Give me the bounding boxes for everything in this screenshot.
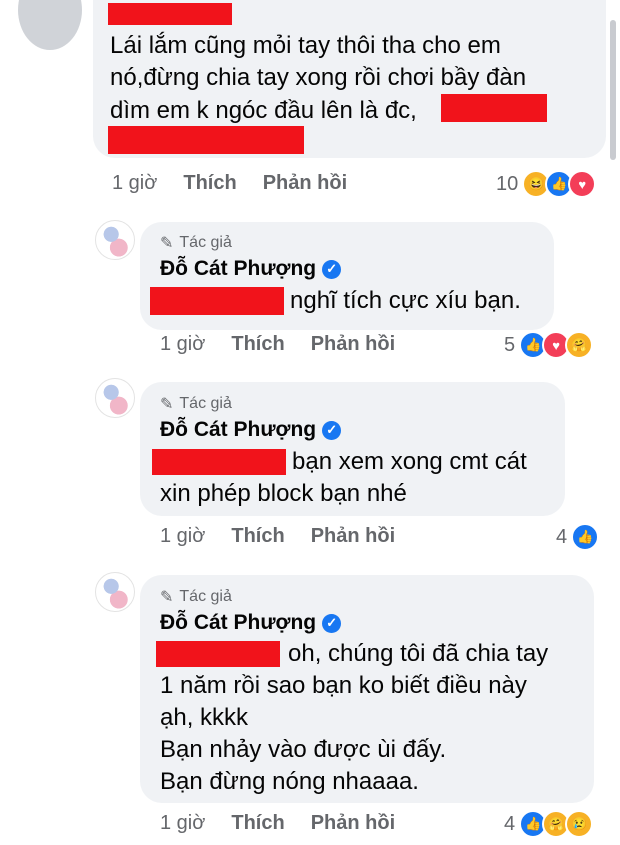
author-name[interactable]: Đỗ Cát Phượng [160, 611, 316, 635]
author-name-row: Đỗ Cát Phượng ✓ [160, 418, 342, 442]
author-name[interactable]: Đỗ Cát Phượng [160, 257, 316, 281]
author-avatar[interactable] [95, 572, 135, 612]
like-button[interactable]: Thích [231, 333, 284, 356]
reply-actions: 1 giờ Thích Phản hồi [160, 333, 395, 356]
reply-time[interactable]: 1 giờ [160, 333, 205, 356]
author-badge-label: Tác giả [179, 395, 232, 412]
reaction-count: 5 [504, 333, 516, 356]
pencil-icon: ✎ [160, 235, 174, 252]
redacted-mention [152, 449, 286, 475]
like-button[interactable]: Thích [231, 525, 284, 548]
reply-button[interactable]: Phản hồi [263, 172, 347, 195]
reply-reactions[interactable]: 5 👍 ♥ 🤗 [504, 331, 594, 359]
comment-text-line-3: dìm em k ngóc đầu lên là đc, [110, 97, 417, 124]
reply-button[interactable]: Phản hồi [311, 525, 395, 548]
reply-time[interactable]: 1 giờ [160, 525, 205, 548]
author-badge-label: Tác giả [179, 234, 232, 251]
reply-button[interactable]: Phản hồi [311, 333, 395, 356]
author-badge: ✎ Tác giả [160, 233, 232, 253]
sad-icon: 😢 [565, 810, 594, 838]
reply-text-line-2: xin phép block bạn nhé [160, 480, 407, 507]
comment-reactions[interactable]: 10 😆 👍 ♥ [496, 170, 597, 198]
verified-badge-icon: ✓ [322, 420, 342, 440]
redacted-mention [156, 641, 280, 667]
author-name[interactable]: Đỗ Cát Phượng [160, 418, 316, 442]
pencil-icon: ✎ [160, 396, 174, 413]
comment-time[interactable]: 1 giờ [112, 172, 157, 195]
reply-text-line-4: Bạn nhảy vào được ùi đấy. [160, 736, 447, 763]
reaction-count: 10 [496, 172, 519, 195]
redacted-commenter-name [108, 3, 232, 25]
reply-text-line-2: 1 năm rồi sao bạn ko biết điều này [160, 672, 527, 699]
author-badge-label: Tác giả [179, 588, 232, 605]
reaction-count: 4 [556, 525, 568, 548]
heart-icon: ♥ [568, 170, 597, 198]
care-icon: 🤗 [565, 331, 594, 359]
reply-text-line-1: nghĩ tích cực xíu bạn. [290, 287, 521, 314]
author-name-row: Đỗ Cát Phượng ✓ [160, 257, 342, 281]
like-button[interactable]: Thích [183, 172, 236, 195]
like-icon: 👍 [571, 523, 600, 551]
pencil-icon: ✎ [160, 589, 174, 606]
comment-actions: 1 giờ Thích Phản hồi [112, 172, 347, 195]
author-badge: ✎ Tác giả [160, 394, 232, 414]
like-button[interactable]: Thích [231, 812, 284, 835]
verified-badge-icon: ✓ [322, 613, 342, 633]
redacted-mention [108, 126, 304, 154]
reaction-count: 4 [504, 812, 516, 835]
redacted-mention [441, 94, 547, 122]
author-badge: ✎ Tác giả [160, 587, 232, 607]
author-avatar[interactable] [95, 220, 135, 260]
reply-text-line-1: oh, chúng tôi đã chia tay [288, 640, 549, 667]
verified-badge-icon: ✓ [322, 259, 342, 279]
reply-time[interactable]: 1 giờ [160, 812, 205, 835]
commenter-avatar[interactable] [18, 0, 82, 50]
reply-text-line-5: Bạn đừng nóng nhaaaa. [160, 768, 419, 795]
author-name-row: Đỗ Cát Phượng ✓ [160, 611, 342, 635]
scrollbar[interactable] [610, 20, 616, 160]
reply-actions: 1 giờ Thích Phản hồi [160, 812, 395, 835]
reply-actions: 1 giờ Thích Phản hồi [160, 525, 395, 548]
reply-text-line-3: ạh, kkkk [160, 704, 249, 731]
reply-reactions[interactable]: 4 👍 [556, 523, 600, 551]
comment-text-line-2: nó,đừng chia tay xong rồi chơi bầy đàn [110, 64, 527, 91]
comment-text-line-1: Lái lắm cũng mỏi tay thôi tha cho em [110, 32, 501, 59]
reply-text-line-1: bạn xem xong cmt cát [292, 448, 527, 475]
author-avatar[interactable] [95, 378, 135, 418]
reply-button[interactable]: Phản hồi [311, 812, 395, 835]
reply-reactions[interactable]: 4 👍 🤗 😢 [504, 810, 594, 838]
redacted-mention [150, 287, 284, 315]
